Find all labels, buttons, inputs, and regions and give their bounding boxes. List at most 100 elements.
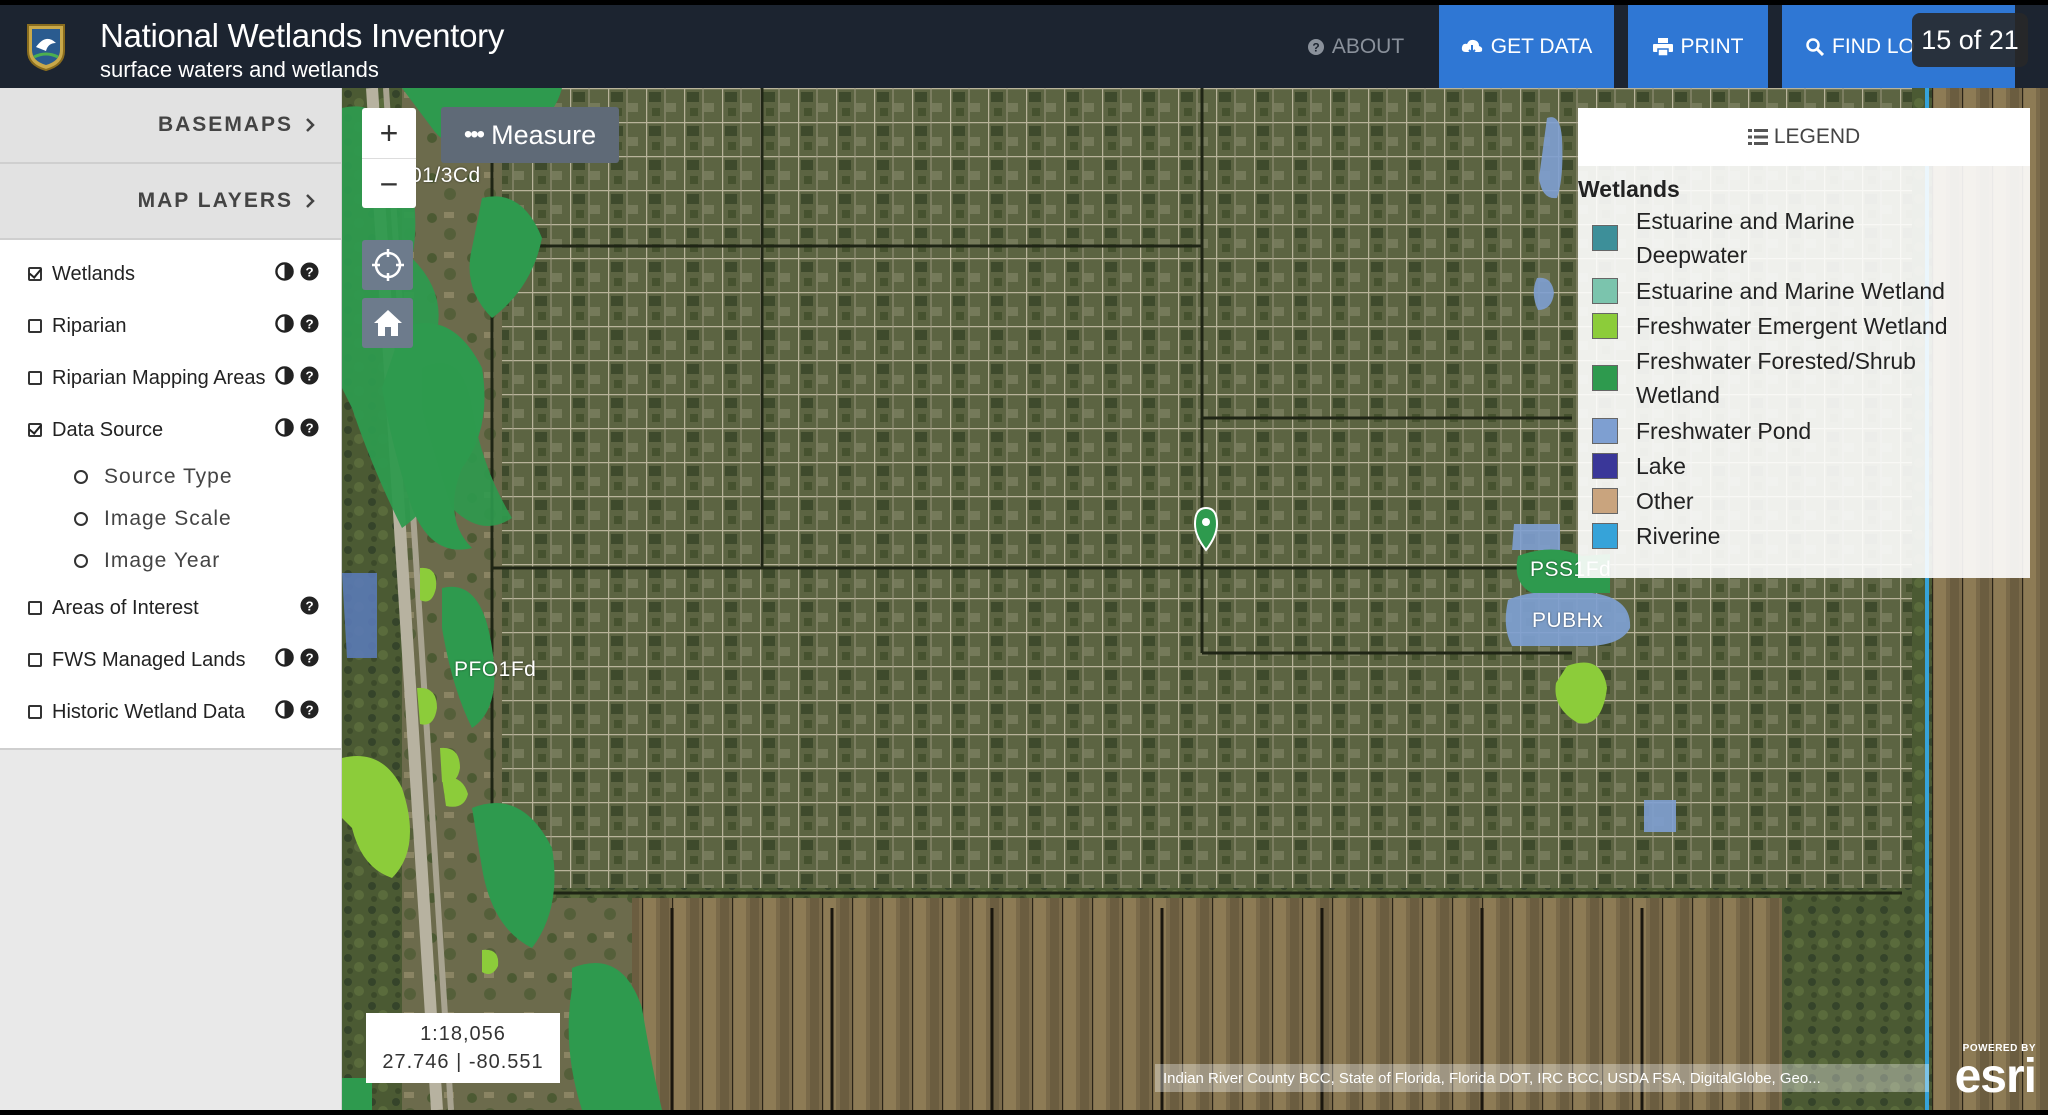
legend-header[interactable]: LEGEND [1578, 108, 2030, 166]
legend-label: Lake [1636, 452, 1686, 479]
checkbox-checked[interactable] [28, 267, 42, 281]
help-icon[interactable]: ? [300, 262, 319, 281]
svg-text:?: ? [305, 702, 313, 717]
layer-riparian-mapping-areas[interactable]: Riparian Mapping Areas ? [0, 352, 341, 404]
legend-item: Freshwater Pond [1578, 413, 2030, 448]
get-data-button[interactable]: GET DATA [1439, 5, 1614, 88]
layer-list: Wetlands ? Riparian ? Riparian Mapping A… [0, 240, 341, 750]
legend-item: Freshwater Emergent Wetland [1578, 308, 2030, 343]
svg-text:?: ? [305, 650, 313, 665]
sidebar: BASEMAPS MAP LAYERS Wetlands ? Riparian … [0, 88, 342, 1110]
dots-icon: ••• [463, 121, 485, 148]
layer-label: Data Source [52, 418, 164, 441]
checkbox-unchecked[interactable] [28, 601, 42, 615]
opacity-icon[interactable] [275, 366, 294, 385]
legend-group-title: Wetlands [1578, 176, 1680, 202]
legend-item: Estuarine and Marine Deepwater [1578, 203, 2030, 273]
fws-logo-icon [24, 21, 68, 72]
help-icon[interactable]: ? [300, 366, 319, 385]
option-label: Image Scale [104, 507, 232, 530]
legend-item: Freshwater Forested/Shrub Wetland [1578, 343, 2030, 413]
locate-button[interactable] [362, 240, 413, 290]
app-subtitle: surface waters and wetlands [100, 57, 379, 82]
opacity-icon[interactable] [275, 700, 294, 719]
opacity-icon[interactable] [275, 418, 294, 437]
zoom-in-button[interactable]: + [362, 108, 416, 158]
radio-button[interactable] [74, 554, 88, 568]
svg-text:?: ? [305, 420, 313, 435]
home-icon [373, 310, 402, 336]
legend-label: Wetland [1636, 382, 1720, 408]
measure-button[interactable]: ••• Measure [441, 107, 619, 163]
svg-text:?: ? [305, 264, 313, 279]
map-layers-panel-toggle[interactable]: MAP LAYERS [0, 164, 341, 240]
layer-label: Areas of Interest [52, 596, 199, 619]
layer-historic-wetland-data[interactable]: Historic Wetland Data ? [0, 686, 341, 738]
layer-riparian[interactable]: Riparian ? [0, 300, 341, 352]
svg-text:?: ? [305, 316, 313, 331]
layer-label: Wetlands [52, 262, 136, 285]
layer-areas-of-interest[interactable]: Areas of Interest ? [0, 582, 341, 634]
opacity-icon[interactable] [275, 314, 294, 333]
wetland-code-label: PFO1Fd [454, 658, 537, 681]
svg-text:?: ? [305, 368, 313, 383]
legend-swatch [1592, 522, 1618, 549]
opacity-icon[interactable] [275, 262, 294, 281]
data-source-option-image-scale[interactable]: Image Scale [0, 498, 341, 540]
legend-item: Other [1578, 483, 2030, 518]
measure-label: Measure [491, 119, 597, 150]
svg-text:?: ? [305, 598, 313, 613]
checkbox-unchecked[interactable] [28, 705, 42, 719]
basemaps-label: BASEMAPS [157, 113, 293, 136]
map-coordinates: 27.746 | -80.551 [382, 1051, 544, 1073]
legend-swatch [1592, 452, 1618, 479]
about-button[interactable]: ? ABOUT [1300, 5, 1412, 88]
home-button[interactable] [362, 298, 413, 348]
crosshair-icon [371, 249, 404, 281]
legend-item: Estuarine and Marine Wetland [1578, 273, 2030, 308]
legend-item: Lake [1578, 448, 2030, 483]
layer-fws-managed-lands[interactable]: FWS Managed Lands ? [0, 634, 341, 686]
layer-label: FWS Managed Lands [52, 648, 246, 671]
app-title: National Wetlands Inventory [100, 17, 505, 54]
layer-wetlands[interactable]: Wetlands ? [0, 248, 341, 300]
radio-button[interactable] [74, 512, 88, 526]
esri-wordmark: esri [1954, 1050, 2037, 1103]
option-label: Source Type [104, 465, 233, 488]
help-icon[interactable]: ? [300, 700, 319, 719]
legend-label: Freshwater Pond [1636, 417, 1812, 444]
app-header: National Wetlands Inventory surface wate… [0, 5, 2048, 88]
layer-label: Historic Wetland Data [52, 700, 246, 723]
opacity-icon[interactable] [275, 648, 294, 667]
help-icon[interactable]: ? [300, 596, 319, 615]
legend-swatch [1592, 225, 1618, 251]
wetland-code-label: PUBHx [1532, 609, 1604, 632]
basemaps-panel-toggle[interactable]: BASEMAPS [0, 88, 341, 164]
layer-data-source[interactable]: Data Source ? [0, 404, 341, 456]
search-icon [1806, 37, 1824, 56]
help-icon[interactable]: ? [300, 418, 319, 437]
question-circle-icon: ? [1307, 38, 1324, 55]
zoom-out-button[interactable]: − [362, 158, 416, 209]
help-icon[interactable]: ? [300, 314, 319, 333]
legend-swatch [1592, 312, 1618, 339]
get-data-label: GET DATA [1490, 34, 1593, 58]
checkbox-unchecked[interactable] [28, 319, 42, 333]
chevron-right-icon [306, 118, 315, 132]
map-layers-label: MAP LAYERS [137, 189, 293, 212]
legend-label: Riverine [1636, 522, 1721, 549]
radio-button[interactable] [74, 470, 88, 484]
print-button[interactable]: PRINT [1628, 5, 1768, 88]
find-location-label: FIND LO [1832, 34, 1915, 58]
legend-label: Estuarine and Marine [1636, 208, 1855, 234]
checkbox-checked[interactable] [28, 423, 42, 437]
data-source-option-image-year[interactable]: Image Year [0, 540, 341, 582]
legend-label: Other [1636, 487, 1694, 514]
legend-swatch [1592, 487, 1618, 514]
data-source-option-source-type[interactable]: Source Type [0, 456, 341, 498]
legend-swatch [1592, 277, 1618, 304]
checkbox-unchecked[interactable] [28, 371, 42, 385]
checkbox-unchecked[interactable] [28, 653, 42, 667]
help-icon[interactable]: ? [300, 648, 319, 667]
wetland-code-label: 01/3Cd [410, 164, 481, 187]
